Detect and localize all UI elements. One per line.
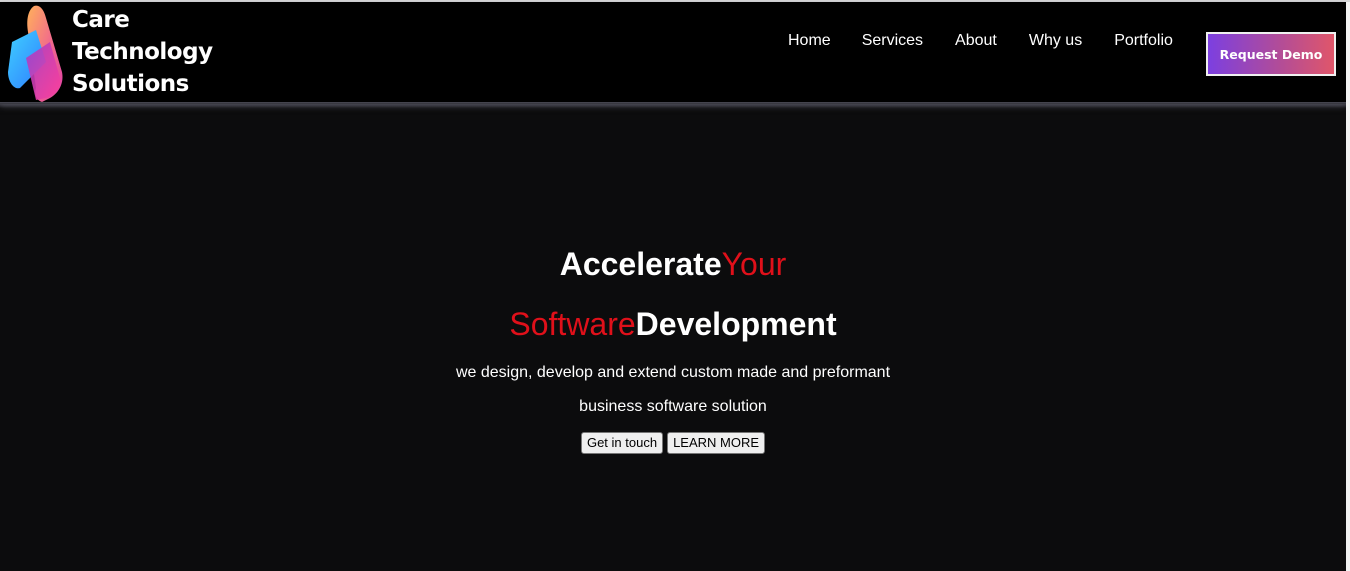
get-in-touch-button[interactable]: Get in touch [580,432,664,454]
hero-heading-line-2: SoftwareDevelopment [0,306,1346,342]
page: Care Technology Solutions Home Services … [0,0,1350,571]
hero-subtitle-line-2: business software solution [579,398,767,415]
hero-heading-development: Development [635,306,837,342]
brand[interactable]: Care Technology Solutions [6,2,213,102]
nav-services-link[interactable]: Services [862,31,923,51]
hero-subtitle-line-1: we design, develop and extend custom mad… [455,364,891,381]
hero-actions: Get in touch LEARN MORE [0,432,1346,454]
learn-more-button[interactable]: LEARN MORE [667,432,766,454]
nav-about-link[interactable]: About [955,31,997,51]
nav-why-us-link[interactable]: Why us [1029,31,1082,51]
brand-name-line-1: Care [72,7,130,33]
brand-name-line-3: Solutions [72,71,189,97]
hero-heading-your: Your [721,246,787,282]
site-header: Care Technology Solutions Home Services … [0,2,1346,104]
care-technology-logo-icon [8,5,63,102]
nav-home-link[interactable]: Home [788,31,831,51]
nav-portfolio-link[interactable]: Portfolio [1114,31,1173,51]
brand-name: Care Technology Solutions [72,4,213,100]
main-nav: Home Services About Why us Portfolio [788,31,1173,51]
brand-name-line-2: Technology [72,39,213,65]
hero-heading-line-1: AccelerateYour [0,246,1346,282]
hero-heading-software: Software [509,306,636,342]
request-demo-button[interactable]: Request Demo [1206,32,1336,76]
hero-heading-accelerate: Accelerate [559,246,722,282]
hero-section: AccelerateYour SoftwareDevelopment we de… [0,108,1346,571]
scrollbar-track[interactable] [1346,2,1350,571]
